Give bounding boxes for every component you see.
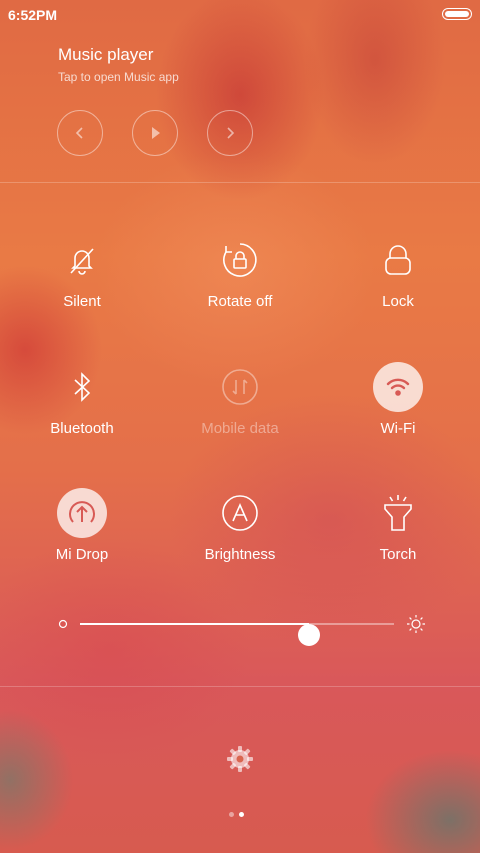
previous-icon [75, 127, 83, 139]
next-icon [227, 127, 235, 139]
toggle-label: Lock [382, 293, 414, 310]
music-player-title[interactable]: Music player [58, 45, 153, 65]
music-player-subtitle[interactable]: Tap to open Music app [58, 70, 179, 84]
auto-brightness-icon [215, 488, 265, 538]
mobile-data-icon [215, 362, 265, 412]
brightness-thumb[interactable] [298, 624, 321, 646]
play-button[interactable] [132, 110, 178, 156]
previous-button[interactable] [57, 110, 103, 156]
toggle-bluetooth[interactable]: Bluetooth [2, 362, 162, 462]
gear-icon [227, 746, 253, 772]
divider [0, 686, 480, 687]
toggle-label: Silent [63, 293, 101, 310]
brightness-slider[interactable] [56, 612, 426, 646]
status-bar: 6:52PM [0, 0, 480, 30]
toggle-brightness[interactable]: Brightness [160, 488, 320, 588]
toggle-label: Mobile data [201, 420, 279, 437]
toggle-label: Wi-Fi [380, 420, 416, 437]
toggle-label: Bluetooth [50, 420, 114, 437]
brightness-low-icon [58, 619, 68, 629]
divider [0, 182, 480, 183]
toggle-lock[interactable]: Lock [318, 235, 478, 335]
page-dot [239, 812, 244, 817]
battery-icon [442, 8, 472, 20]
toggle-silent[interactable]: Silent [2, 235, 162, 335]
mi-drop-icon [57, 488, 107, 538]
toggle-torch[interactable]: Torch [318, 488, 478, 588]
status-time: 6:52PM [8, 7, 58, 23]
next-button[interactable] [207, 110, 253, 156]
toggle-label: Rotate off [207, 293, 273, 310]
brightness-fill [80, 623, 310, 625]
toggle-wifi[interactable]: Wi-Fi [318, 362, 478, 462]
settings-button[interactable] [226, 745, 254, 773]
toggle-label: Mi Drop [55, 546, 109, 563]
toggle-label: Brightness [204, 546, 276, 563]
brightness-track[interactable] [80, 623, 394, 646]
page-dot [229, 812, 234, 817]
bell-off-icon [57, 235, 107, 285]
torch-icon [373, 488, 423, 538]
toggle-rotate[interactable]: Rotate off [160, 235, 320, 335]
wifi-icon [373, 362, 423, 412]
toggle-mobile-data[interactable]: Mobile data [160, 362, 320, 462]
toggle-label: Torch [379, 546, 417, 563]
rotate-lock-icon [215, 235, 265, 285]
brightness-high-icon [407, 615, 425, 633]
play-icon [152, 127, 160, 139]
toggle-mi-drop[interactable]: Mi Drop [2, 488, 162, 588]
bluetooth-icon [57, 362, 107, 412]
lock-icon [373, 235, 423, 285]
page-indicator [229, 812, 244, 817]
